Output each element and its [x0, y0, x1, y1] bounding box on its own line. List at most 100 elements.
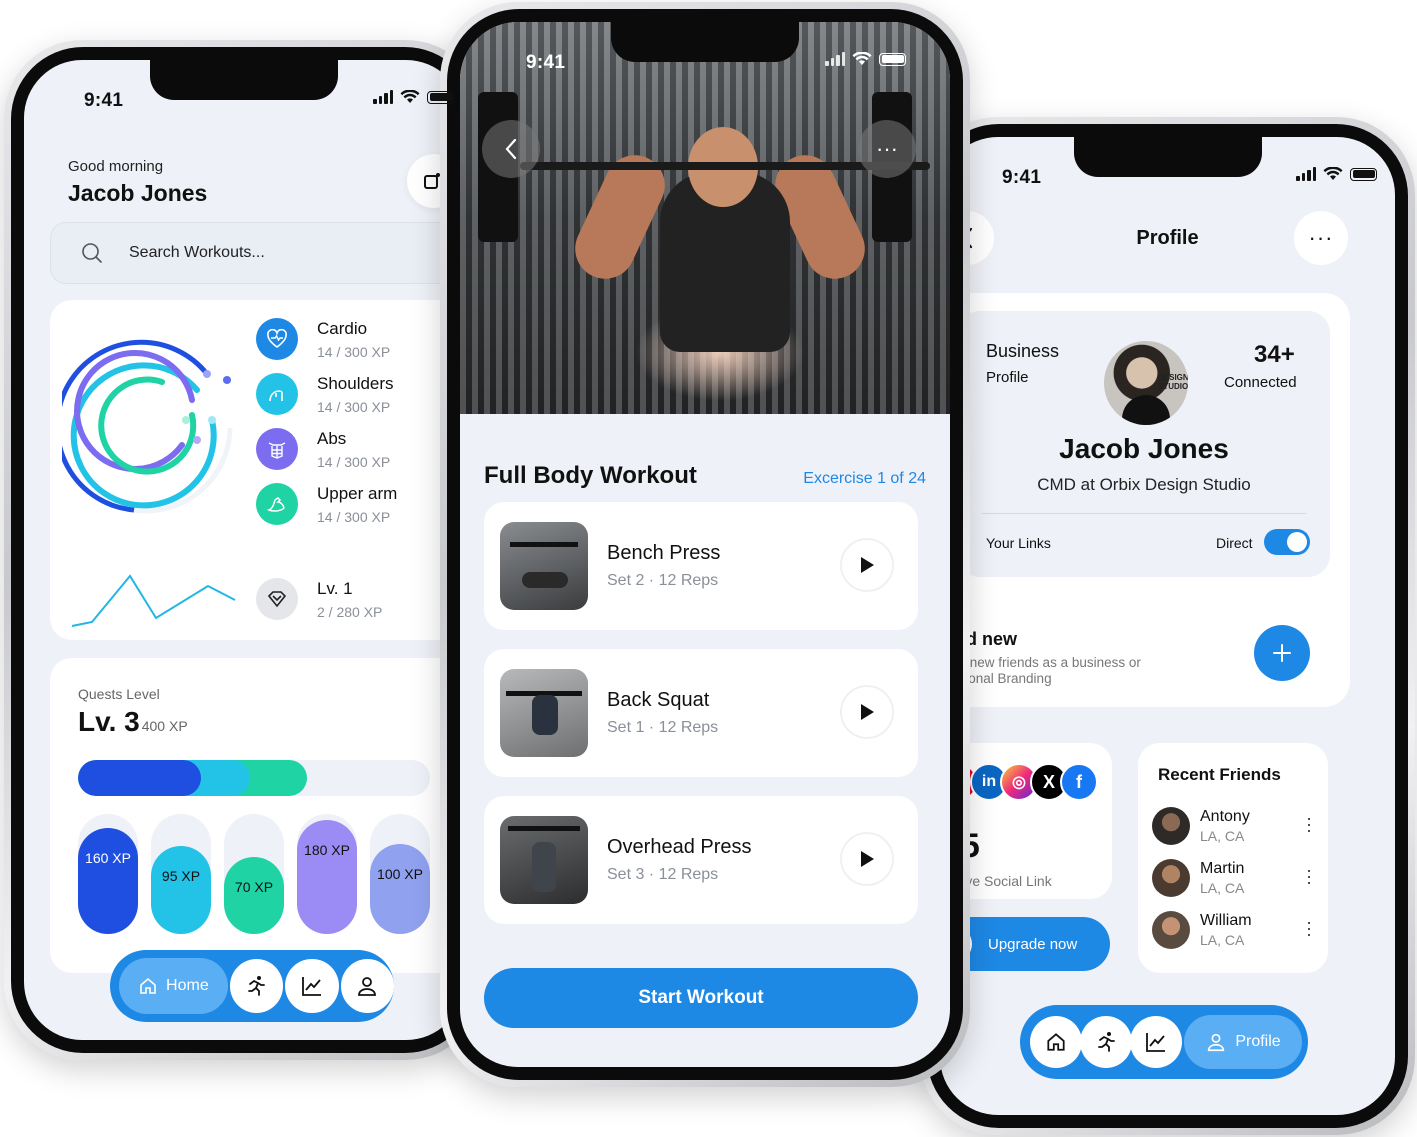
level-title: Lv. 1 — [317, 578, 353, 598]
nav-profile-button[interactable]: Profile — [1184, 1015, 1302, 1069]
stat-cardio[interactable]: Cardio 14 / 300 XP — [256, 318, 390, 360]
nav-home-button[interactable] — [1030, 1016, 1082, 1068]
signal-icon — [373, 90, 393, 104]
profile-phone: 9:41 Profile ··· Business Profile DESIGN… — [920, 117, 1415, 1135]
more-icon: ··· — [876, 136, 898, 161]
xp-pill[interactable]: 100 XP — [370, 814, 430, 934]
friend-name: Antony — [1200, 808, 1250, 825]
exercise-sets: Set 2 · 12 Reps — [607, 572, 719, 589]
signal-icon — [1296, 167, 1316, 181]
stat-title: Cardio — [317, 318, 368, 338]
exercise-name: Back Squat — [607, 689, 710, 711]
search-placeholder: Search Workouts... — [129, 244, 265, 261]
battery-icon — [879, 52, 906, 66]
battery-icon — [1350, 167, 1377, 181]
xp-pill-label: 100 XP — [377, 866, 423, 882]
quests-level-value: Lv. 3 — [78, 706, 140, 737]
home-phone: 9:41 Good morning Jacob Jones Search Wor… — [4, 40, 484, 1060]
direct-toggle[interactable] — [1264, 529, 1310, 555]
progress-card: Cardio 14 / 300 XP Shoulders 14 / 300 XP A… — [50, 300, 464, 640]
xp-pill-fill: 100 XP — [370, 844, 430, 934]
running-icon — [248, 976, 266, 996]
workout-title: Full Body Workout — [484, 462, 697, 489]
nav-stats-button[interactable] — [285, 959, 339, 1013]
friend-row[interactable]: William LA, CA · · · — [1152, 911, 1322, 949]
xp-pill[interactable]: 180 XP — [297, 814, 357, 934]
stat-shoulders[interactable]: Shoulders 14 / 300 XP — [256, 373, 394, 415]
connected-count: 34+ — [1254, 341, 1295, 368]
profile-name: Jacob Jones — [1059, 433, 1229, 464]
stat-title: Shoulders — [317, 373, 394, 393]
level-stat[interactable]: Lv. 1 2 / 280 XP — [256, 578, 382, 620]
avatar-design-studio-mark: DESIGN STUDIO — [1158, 373, 1188, 391]
exercise-card[interactable]: Back Squat Set 1 · 12 Reps — [484, 649, 918, 777]
friend-row[interactable]: Martin LA, CA · · · — [1152, 859, 1322, 897]
wifi-icon — [1323, 167, 1343, 180]
chart-icon — [301, 977, 321, 996]
xp-pill-fill: 70 XP — [224, 857, 284, 934]
exercise-sets: Set 1 · 12 Reps — [607, 719, 719, 736]
exercise-card[interactable]: Bench Press Set 2 · 12 Reps — [484, 502, 918, 630]
workout-phone: 9:41 ··· Full Body Workout Excercise 1 o… — [440, 2, 970, 1087]
nav-stats-button[interactable] — [1130, 1016, 1182, 1068]
shoulder-icon — [256, 373, 298, 415]
exercise-counter: Excercise 1 of 24 — [803, 470, 926, 487]
search-workouts-field[interactable]: Search Workouts... — [50, 222, 464, 284]
nav-home-button[interactable]: Home — [119, 958, 228, 1014]
chart-icon — [1146, 1033, 1165, 1052]
user-icon — [1208, 1033, 1225, 1052]
back-button[interactable] — [482, 120, 540, 178]
stat-xp: 14 / 300 XP — [317, 508, 391, 525]
xp-pill[interactable]: 95 XP — [151, 814, 211, 934]
exercise-thumbnail — [500, 816, 588, 904]
friend-location: LA, CA — [1200, 880, 1245, 896]
workout-hero-image — [460, 22, 950, 414]
start-workout-button[interactable]: Start Workout — [484, 968, 918, 1028]
exercise-thumbnail — [500, 669, 588, 757]
notch — [150, 60, 338, 100]
play-button[interactable] — [840, 538, 894, 592]
play-icon — [861, 704, 874, 720]
friend-location: LA, CA — [1200, 932, 1245, 948]
quests-progress-bar — [78, 760, 430, 796]
xp-pill-label: 160 XP — [85, 850, 131, 866]
more-options-button[interactable]: ··· — [1294, 211, 1348, 265]
exercise-name: Overhead Press — [607, 836, 752, 858]
notch — [611, 22, 799, 62]
progress-segment — [78, 760, 201, 796]
stat-upper-arm[interactable]: Upper arm 14 / 300 XP — [256, 483, 397, 525]
business-sub-label: Profile — [986, 369, 1029, 386]
mockup-stage: 9:41 Good morning Jacob Jones Search Wor… — [0, 0, 1417, 1137]
nav-profile-button[interactable] — [340, 959, 394, 1013]
profile-card: Business Profile DESIGN STUDIO 34+ Conne… — [940, 293, 1350, 707]
facebook-icon[interactable]: f — [1060, 763, 1098, 801]
xp-pill[interactable]: 70 XP — [224, 814, 284, 934]
wifi-icon — [852, 52, 872, 65]
business-label: Business — [986, 341, 1060, 361]
friend-more-icon[interactable]: · · · — [1306, 861, 1312, 891]
exercise-thumbnail — [500, 522, 588, 610]
friend-more-icon[interactable]: · · · — [1306, 913, 1312, 943]
play-button[interactable] — [840, 685, 894, 739]
signal-icon — [825, 52, 845, 66]
nav-workout-button[interactable] — [1080, 1016, 1132, 1068]
friend-more-icon[interactable]: · · · — [1306, 809, 1312, 839]
quests-label: Quests Level — [78, 686, 160, 702]
exercise-card[interactable]: Overhead Press Set 3 · 12 Reps — [484, 796, 918, 924]
nav-workout-button[interactable] — [229, 959, 284, 1013]
more-options-button[interactable]: ··· — [858, 120, 916, 178]
exercise-sets: Set 3 · 12 Reps — [607, 866, 719, 883]
stat-abs[interactable]: Abs 14 / 300 XP — [256, 428, 390, 470]
friend-avatar — [1152, 807, 1190, 845]
heart-pulse-icon — [256, 318, 298, 360]
profile-avatar[interactable]: DESIGN STUDIO — [1104, 341, 1188, 425]
user-name: Jacob Jones — [68, 180, 208, 206]
profile-role: CMD at Orbix Design Studio — [1037, 475, 1251, 494]
friend-row[interactable]: Antony LA, CA · · · — [1152, 807, 1322, 845]
home-icon — [140, 977, 156, 994]
quests-card: Quests Level Lv. 3 400 XP 160 XP 95 XP 70 X… — [50, 658, 464, 973]
play-button[interactable] — [840, 832, 894, 886]
add-friend-button[interactable] — [1254, 625, 1310, 681]
bottom-nav: Home — [110, 950, 394, 1022]
xp-pill[interactable]: 160 XP — [78, 814, 138, 934]
